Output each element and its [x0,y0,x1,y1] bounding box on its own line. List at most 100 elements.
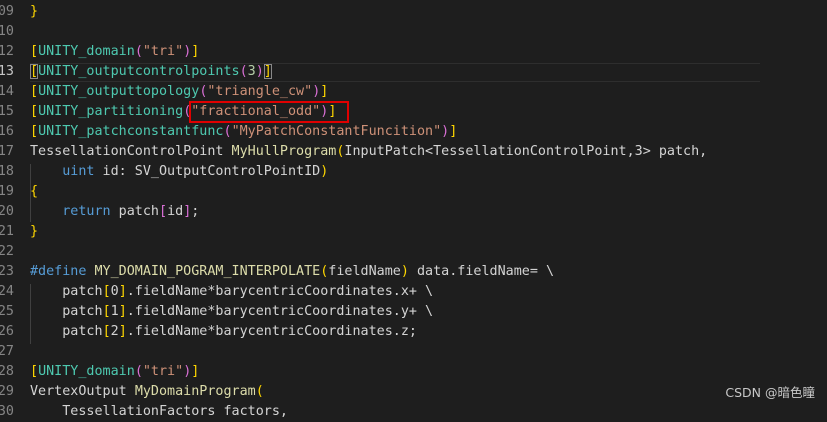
code-line[interactable]: 18 uint id: SV_OutputControlPointID) [0,162,827,182]
code-line[interactable]: 15 [UNITY_partitioning("fractional_odd")] [0,102,827,122]
code-text: [UNITY_domain("tri")] [30,362,199,382]
code-line[interactable]: 09} [0,2,827,22]
line-number: 29 [0,384,14,399]
code-token: ) [320,164,329,179]
code-text: } [30,222,38,242]
code-token: ] [118,324,127,339]
line-number: 30 [0,404,14,419]
code-token: UNITY_patchconstantfunc [38,124,224,139]
code-line[interactable]: 30 TessellationFactors factors, [0,402,827,422]
line-number: 12 [0,44,14,59]
code-token: TessellationControlPoint [433,144,627,159]
code-line[interactable]: 19 { [0,182,827,202]
code-editor[interactable]: 09} 10 12 [UNITY_domain("tri")] 13 [UNITY_out… [0,2,827,419]
code-lines: 09} 10 12 [UNITY_domain("tri")] 13 [UNITY_out… [0,2,827,422]
code-token: data.fieldName= \ [408,264,555,279]
code-token: UNITY_outputcontrolpoints [38,64,240,79]
code-token: fieldName [328,264,401,279]
code-token: UNITY_partitioning [38,104,184,119]
code-line-current[interactable]: 13 [UNITY_outputcontrolpoints(3)] [0,62,827,82]
code-token: UNITY_domain [38,44,135,59]
line-number: 16 [0,124,14,139]
code-text: TessellationFactors factors, [30,402,288,422]
code-token: VertexOutput [30,384,127,399]
line-number: 13 [0,64,14,79]
code-token: < [425,144,434,159]
code-token: ( [255,384,264,399]
code-token: ] [191,44,200,59]
code-token: [ [30,64,39,79]
line-number: 28 [0,364,14,379]
line-number: 10 [0,24,14,39]
code-text: [UNITY_outputcontrolpoints(3)] [30,62,272,82]
code-line[interactable]: 17 TessellationControlPoint MyHullProgram… [0,142,827,162]
line-number: 23 [0,264,14,279]
code-text: uint id: SV_OutputControlPointID) [30,162,328,182]
line-number: 15 [0,104,14,119]
code-line[interactable]: 29 VertexOutput MyDomainProgram( [0,382,827,402]
code-token: ( [134,44,143,59]
csdn-watermark: CSDN @暗色瞳 [725,385,815,400]
code-token: ] [263,64,272,79]
code-token: uint [62,164,95,179]
code-text: [UNITY_domain("tri")] [30,42,199,62]
code-line[interactable]: 10 [0,22,827,42]
code-line[interactable]: 16 [UNITY_patchconstantfunc("MyPatchConst… [0,122,827,142]
code-token: [ [30,124,39,139]
code-token: 2 [110,324,119,339]
code-token: patch [30,284,103,299]
code-token: ( [239,64,248,79]
line-number: 24 [0,284,14,299]
code-token: #define [30,264,87,279]
code-line[interactable]: 26 patch[2].fieldName*barycentricCoordin… [0,322,827,342]
code-token: ] [118,304,127,319]
code-token: id [167,204,184,219]
code-line[interactable]: 22 [0,242,827,262]
code-line[interactable]: 14 [UNITY_outputtopology("triangle_cw")] [0,82,827,102]
line-number: 17 [0,144,14,159]
code-line[interactable]: 25 patch[1].fieldName*barycentricCoordin… [0,302,827,322]
code-token: [ [102,324,111,339]
code-token: .fieldName*barycentricCoordinates.x+ \ [126,284,434,299]
code-token: [ [30,104,39,119]
code-token: [ [30,44,39,59]
code-token: { [30,184,39,199]
code-line[interactable]: 12 [UNITY_domain("tri")] [0,42,827,62]
code-line[interactable]: 24 patch[0].fieldName*barycentricCoordin… [0,282,827,302]
code-text: patch[2].fieldName*barycentricCoordinate… [30,322,417,342]
code-token: ] [118,284,127,299]
code-token: .fieldName*barycentricCoordinates.z; [126,324,417,339]
code-token: UNITY_outputtopology [38,84,200,99]
code-line[interactable]: 20 return patch[id]; [0,202,827,222]
code-token: [ [30,84,39,99]
line-number: 14 [0,84,14,99]
code-text: [UNITY_patchconstantfunc("MyPatchConstan… [30,122,457,142]
code-token: } [30,4,39,19]
code-line[interactable]: 27 [0,342,827,362]
code-line[interactable]: 21} [0,222,827,242]
code-token: ] [320,84,329,99]
code-token: [ [102,304,111,319]
code-token: InputPatch [344,144,426,159]
code-token: ( [223,124,232,139]
code-token: .fieldName*barycentricCoordinates.y+ \ [126,304,434,319]
code-token: patch [30,304,103,319]
code-token: "triangle_cw" [207,84,313,99]
code-line[interactable]: 23 #define MY_DOMAIN_POGRAM_INTERPOLATE(f… [0,262,827,282]
code-token: [ [159,204,168,219]
line-number: 20 [0,204,14,219]
code-token: "tri" [142,364,184,379]
code-text: [UNITY_outputtopology("triangle_cw")] [30,82,328,102]
code-token: TessellationFactors factors, [30,404,288,419]
code-token: ] [449,124,458,139]
line-number: 22 [0,244,14,259]
code-text: VertexOutput MyDomainProgram( [30,382,264,402]
code-text: #define MY_DOMAIN_POGRAM_INTERPOLATE(fie… [30,262,554,282]
code-token: } [30,224,39,239]
code-line[interactable]: 28 [UNITY_domain("tri")] [0,362,827,382]
code-token: "MyPatchConstantFuncition" [231,124,442,139]
